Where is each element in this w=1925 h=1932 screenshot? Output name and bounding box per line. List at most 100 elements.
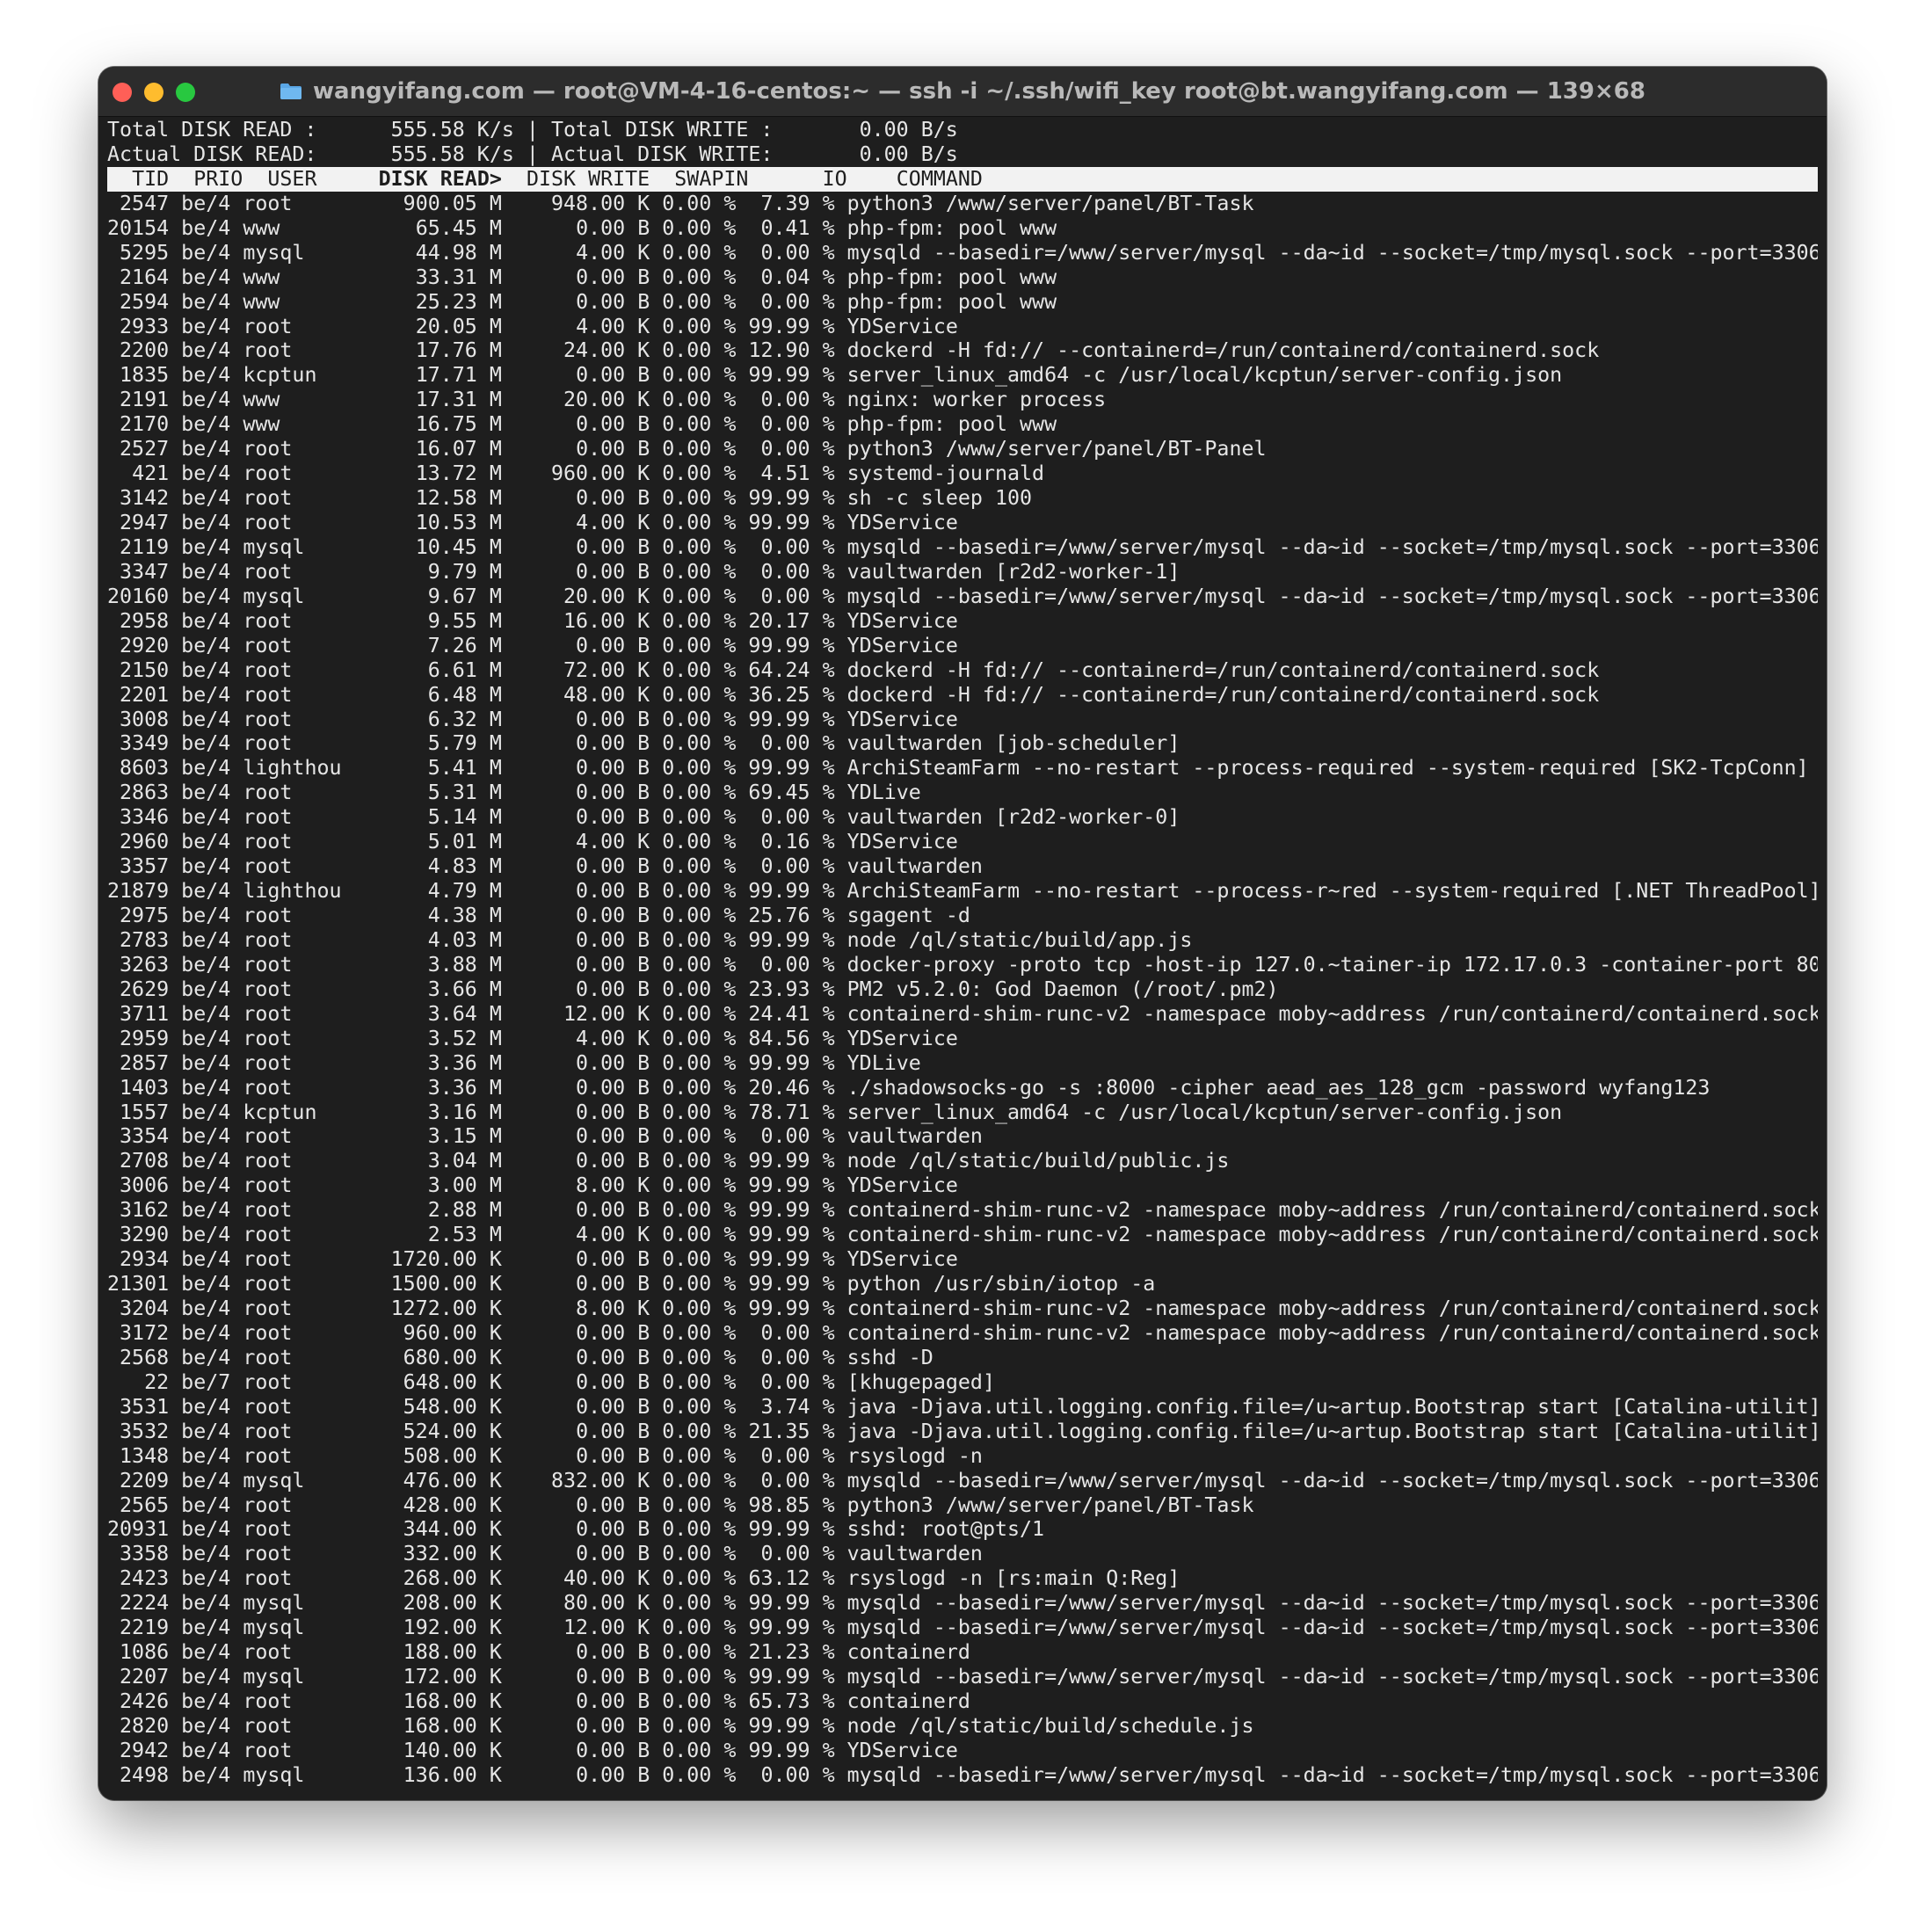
table-row[interactable]: 21301 be/4 root 1500.00 K 0.00 B 0.00 % … bbox=[107, 1272, 1818, 1296]
column-swapin[interactable]: SWAPIN bbox=[674, 167, 748, 191]
column-prio[interactable]: PRIO bbox=[193, 167, 243, 191]
io-cell: 0.00 % bbox=[760, 559, 835, 584]
command-cell: containerd bbox=[846, 1689, 970, 1713]
table-row[interactable]: 2783 be/4 root 4.03 M 0.00 B 0.00 % 99.9… bbox=[107, 928, 1818, 953]
column-command[interactable]: COMMAND bbox=[897, 167, 983, 191]
prio-cell: be/4 bbox=[181, 1050, 231, 1075]
table-row[interactable]: 3358 be/4 root 332.00 K 0.00 B 0.00 % 0.… bbox=[107, 1542, 1818, 1566]
table-row[interactable]: 3357 be/4 root 4.83 M 0.00 B 0.00 % 0.00… bbox=[107, 854, 1818, 879]
table-row[interactable]: 20931 be/4 root 344.00 K 0.00 B 0.00 % 9… bbox=[107, 1517, 1818, 1542]
table-row[interactable]: 2959 be/4 root 3.52 M 4.00 K 0.00 % 84.5… bbox=[107, 1027, 1818, 1051]
table-row[interactable]: 2219 be/4 mysql 192.00 K 12.00 K 0.00 % … bbox=[107, 1616, 1818, 1640]
disk-read-cell: 3.36 M bbox=[427, 1075, 502, 1100]
table-row[interactable]: 1403 be/4 root 3.36 M 0.00 B 0.00 % 20.4… bbox=[107, 1076, 1818, 1100]
table-row[interactable]: 3711 be/4 root 3.64 M 12.00 K 0.00 % 24.… bbox=[107, 1002, 1818, 1027]
io-cell: 0.00 % bbox=[760, 240, 835, 265]
prio-cell: be/4 bbox=[181, 240, 231, 265]
column-io[interactable]: IO bbox=[823, 167, 847, 191]
table-row[interactable]: 1557 be/4 kcptun 3.16 M 0.00 B 0.00 % 78… bbox=[107, 1100, 1818, 1125]
user-cell: mysql bbox=[243, 584, 305, 608]
table-row[interactable]: 3006 be/4 root 3.00 M 8.00 K 0.00 % 99.9… bbox=[107, 1173, 1818, 1198]
command-cell: php-fpm: pool www bbox=[846, 289, 1057, 314]
swapin-cell: 0.00 % bbox=[662, 265, 737, 289]
table-row[interactable]: 22 be/7 root 648.00 K 0.00 B 0.00 % 0.00… bbox=[107, 1370, 1818, 1395]
command-cell: YDService bbox=[846, 830, 958, 854]
column-disk-write[interactable]: DISK WRITE bbox=[527, 167, 650, 191]
table-row[interactable]: 2164 be/4 www 33.31 M 0.00 B 0.00 % 0.04… bbox=[107, 265, 1818, 290]
table-row[interactable]: 1086 be/4 root 188.00 K 0.00 B 0.00 % 21… bbox=[107, 1640, 1818, 1665]
table-row[interactable]: 21879 be/4 lighthou 4.79 M 0.00 B 0.00 %… bbox=[107, 879, 1818, 904]
table-row[interactable]: 3142 be/4 root 12.58 M 0.00 B 0.00 % 99.… bbox=[107, 486, 1818, 511]
table-row[interactable]: 3162 be/4 root 2.88 M 0.00 B 0.00 % 99.9… bbox=[107, 1198, 1818, 1223]
prio-cell: be/4 bbox=[181, 412, 231, 437]
disk-write-cell: 0.00 B bbox=[576, 1443, 650, 1468]
table-row[interactable]: 3532 be/4 root 524.00 K 0.00 B 0.00 % 21… bbox=[107, 1420, 1818, 1444]
table-row[interactable]: 2150 be/4 root 6.61 M 72.00 K 0.00 % 64.… bbox=[107, 658, 1818, 683]
user-cell: kcptun bbox=[243, 363, 317, 388]
command-cell: ArchiSteamFarm --no-restart --process-re… bbox=[846, 756, 1809, 781]
table-row[interactable]: 2947 be/4 root 10.53 M 4.00 K 0.00 % 99.… bbox=[107, 511, 1818, 535]
table-row[interactable]: 2934 be/4 root 1720.00 K 0.00 B 0.00 % 9… bbox=[107, 1247, 1818, 1272]
table-row[interactable]: 8603 be/4 lighthou 5.41 M 0.00 B 0.00 % … bbox=[107, 756, 1818, 781]
table-row[interactable]: 3172 be/4 root 960.00 K 0.00 B 0.00 % 0.… bbox=[107, 1321, 1818, 1346]
table-row[interactable]: 20154 be/4 www 65.45 M 0.00 B 0.00 % 0.4… bbox=[107, 216, 1818, 241]
table-row[interactable]: 2565 be/4 root 428.00 K 0.00 B 0.00 % 98… bbox=[107, 1493, 1818, 1518]
table-row[interactable]: 2170 be/4 www 16.75 M 0.00 B 0.00 % 0.00… bbox=[107, 412, 1818, 437]
table-row[interactable]: 2863 be/4 root 5.31 M 0.00 B 0.00 % 69.4… bbox=[107, 781, 1818, 805]
table-row[interactable]: 2958 be/4 root 9.55 M 16.00 K 0.00 % 20.… bbox=[107, 609, 1818, 634]
table-row[interactable]: 2426 be/4 root 168.00 K 0.00 B 0.00 % 65… bbox=[107, 1689, 1818, 1714]
table-row[interactable]: 3349 be/4 root 5.79 M 0.00 B 0.00 % 0.00… bbox=[107, 731, 1818, 756]
table-row[interactable]: 2857 be/4 root 3.36 M 0.00 B 0.00 % 99.9… bbox=[107, 1051, 1818, 1076]
disk-write-cell: 0.00 B bbox=[576, 781, 650, 805]
table-row[interactable]: 1835 be/4 kcptun 17.71 M 0.00 B 0.00 % 9… bbox=[107, 363, 1818, 388]
user-cell: mysql bbox=[243, 1665, 305, 1689]
titlebar[interactable]: wangyifang.com — root@VM-4-16-centos:~ —… bbox=[98, 67, 1827, 117]
table-row[interactable]: 2933 be/4 root 20.05 M 4.00 K 0.00 % 99.… bbox=[107, 315, 1818, 339]
table-row[interactable]: 3354 be/4 root 3.15 M 0.00 B 0.00 % 0.00… bbox=[107, 1124, 1818, 1149]
column-disk-read[interactable]: DISK READ> bbox=[379, 167, 502, 191]
table-row[interactable]: 1348 be/4 root 508.00 K 0.00 B 0.00 % 0.… bbox=[107, 1444, 1818, 1469]
table-row[interactable]: 2960 be/4 root 5.01 M 4.00 K 0.00 % 0.16… bbox=[107, 830, 1818, 854]
table-row[interactable]: 2200 be/4 root 17.76 M 24.00 K 0.00 % 12… bbox=[107, 338, 1818, 363]
table-row[interactable]: 3531 be/4 root 548.00 K 0.00 B 0.00 % 3.… bbox=[107, 1395, 1818, 1420]
disk-read-cell: 9.55 M bbox=[427, 608, 502, 633]
column-user[interactable]: USER bbox=[267, 167, 316, 191]
table-row[interactable]: 5295 be/4 mysql 44.98 M 4.00 K 0.00 % 0.… bbox=[107, 241, 1818, 265]
table-row[interactable]: 3008 be/4 root 6.32 M 0.00 B 0.00 % 99.9… bbox=[107, 708, 1818, 732]
table-row[interactable]: 2547 be/4 root 900.05 M 948.00 K 0.00 % … bbox=[107, 192, 1818, 216]
table-row[interactable]: 2191 be/4 www 17.31 M 20.00 K 0.00 % 0.0… bbox=[107, 388, 1818, 412]
table-row[interactable]: 2498 be/4 mysql 136.00 K 0.00 B 0.00 % 0… bbox=[107, 1763, 1818, 1788]
table-row[interactable]: 2975 be/4 root 4.38 M 0.00 B 0.00 % 25.7… bbox=[107, 904, 1818, 928]
table-row[interactable]: 3347 be/4 root 9.79 M 0.00 B 0.00 % 0.00… bbox=[107, 560, 1818, 585]
table-row[interactable]: 2207 be/4 mysql 172.00 K 0.00 B 0.00 % 9… bbox=[107, 1665, 1818, 1689]
io-cell: 3.74 % bbox=[760, 1394, 835, 1419]
table-row[interactable]: 2209 be/4 mysql 476.00 K 832.00 K 0.00 %… bbox=[107, 1469, 1818, 1493]
table-row[interactable]: 3290 be/4 root 2.53 M 4.00 K 0.00 % 99.9… bbox=[107, 1223, 1818, 1247]
terminal-screen[interactable]: Total DISK READ : 555.58 K/s | Total DIS… bbox=[107, 118, 1818, 1800]
table-row[interactable]: 2201 be/4 root 6.48 M 48.00 K 0.00 % 36.… bbox=[107, 683, 1818, 708]
user-cell: root bbox=[243, 1149, 293, 1173]
table-row[interactable]: 2119 be/4 mysql 10.45 M 0.00 B 0.00 % 0.… bbox=[107, 535, 1818, 560]
table-row[interactable]: 421 be/4 root 13.72 M 960.00 K 0.00 % 4.… bbox=[107, 461, 1818, 486]
table-row[interactable]: 3263 be/4 root 3.88 M 0.00 B 0.00 % 0.00… bbox=[107, 953, 1818, 977]
table-row[interactable]: 2568 be/4 root 680.00 K 0.00 B 0.00 % 0.… bbox=[107, 1346, 1818, 1370]
disk-read-cell: 3.00 M bbox=[427, 1173, 502, 1198]
table-row[interactable]: 2594 be/4 www 25.23 M 0.00 B 0.00 % 0.00… bbox=[107, 290, 1818, 315]
table-row[interactable]: 2920 be/4 root 7.26 M 0.00 B 0.00 % 99.9… bbox=[107, 634, 1818, 658]
table-row[interactable]: 2708 be/4 root 3.04 M 0.00 B 0.00 % 99.9… bbox=[107, 1149, 1818, 1173]
table-row[interactable]: 2942 be/4 root 140.00 K 0.00 B 0.00 % 99… bbox=[107, 1739, 1818, 1763]
disk-write-cell: 0.00 B bbox=[576, 1124, 650, 1149]
swapin-cell: 0.00 % bbox=[662, 1247, 737, 1272]
table-row[interactable]: 2527 be/4 root 16.07 M 0.00 B 0.00 % 0.0… bbox=[107, 437, 1818, 461]
table-row[interactable]: 2820 be/4 root 168.00 K 0.00 B 0.00 % 99… bbox=[107, 1714, 1818, 1739]
table-row[interactable]: 2224 be/4 mysql 208.00 K 80.00 K 0.00 % … bbox=[107, 1591, 1818, 1616]
prio-cell: be/4 bbox=[181, 1517, 231, 1542]
table-row[interactable]: 20160 be/4 mysql 9.67 M 20.00 K 0.00 % 0… bbox=[107, 585, 1818, 609]
command-cell: python3 /www/server/panel/BT-Task bbox=[846, 191, 1254, 215]
table-row[interactable]: 2423 be/4 root 268.00 K 40.00 K 0.00 % 6… bbox=[107, 1566, 1818, 1591]
terminal-window[interactable]: wangyifang.com — root@VM-4-16-centos:~ —… bbox=[98, 67, 1827, 1800]
table-row[interactable]: 3204 be/4 root 1272.00 K 8.00 K 0.00 % 9… bbox=[107, 1296, 1818, 1321]
column-tid[interactable]: TID bbox=[132, 167, 169, 191]
table-row[interactable]: 2629 be/4 root 3.66 M 0.00 B 0.00 % 23.9… bbox=[107, 977, 1818, 1002]
table-row[interactable]: 3346 be/4 root 5.14 M 0.00 B 0.00 % 0.00… bbox=[107, 805, 1818, 830]
